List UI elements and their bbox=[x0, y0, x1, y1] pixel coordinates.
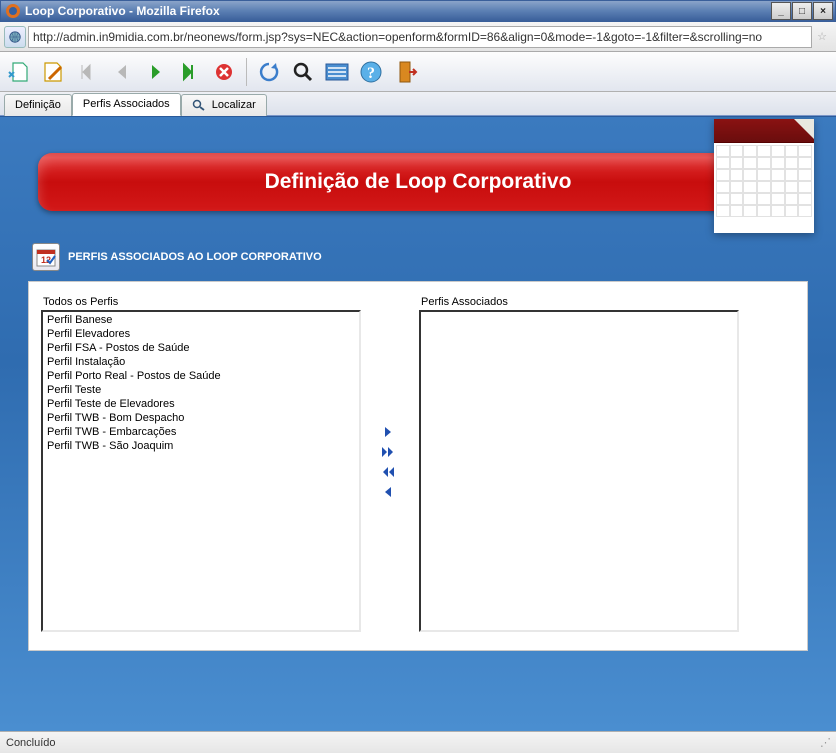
url-text: http://admin.in9midia.com.br/neonews/for… bbox=[33, 30, 762, 44]
url-input[interactable]: http://admin.in9midia.com.br/neonews/for… bbox=[28, 26, 812, 48]
next-button[interactable] bbox=[140, 56, 172, 88]
list-item[interactable]: Perfil Banese bbox=[44, 313, 358, 327]
app-toolbar: ? bbox=[0, 52, 836, 92]
search-button[interactable] bbox=[287, 56, 319, 88]
remove-one-button[interactable] bbox=[379, 484, 397, 500]
list-item[interactable]: Perfil FSA - Postos de Saúde bbox=[44, 341, 358, 355]
tab-label: Localizar bbox=[212, 99, 256, 111]
page-title-banner: Definição de Loop Corporativo bbox=[38, 153, 798, 211]
close-button[interactable]: × bbox=[813, 2, 833, 20]
list-item[interactable]: Perfil Elevadores bbox=[44, 327, 358, 341]
remove-all-button[interactable] bbox=[379, 464, 397, 480]
page-title: Definição de Loop Corporativo bbox=[265, 170, 572, 194]
associated-profiles-listbox[interactable] bbox=[419, 310, 739, 632]
status-text: Concluído bbox=[6, 737, 56, 749]
list-item[interactable]: Perfil TWB - Bom Despacho bbox=[44, 411, 358, 425]
add-all-button[interactable] bbox=[379, 444, 397, 460]
refresh-button[interactable] bbox=[253, 56, 285, 88]
list-item[interactable]: Perfil TWB - São Joaquim bbox=[44, 439, 358, 453]
list-item[interactable]: Perfil Teste de Elevadores bbox=[44, 397, 358, 411]
site-identity-button[interactable] bbox=[4, 26, 26, 48]
firefox-icon bbox=[5, 3, 21, 19]
section-heading-text: PERFIS ASSOCIADOS AO LOOP CORPORATIVO bbox=[68, 251, 322, 263]
list-item[interactable]: Perfil Teste bbox=[44, 383, 358, 397]
all-profiles-label: Todos os Perfis bbox=[43, 296, 359, 308]
section-heading: 12 PERFIS ASSOCIADOS AO LOOP CORPORATIVO bbox=[32, 243, 818, 271]
exit-button[interactable] bbox=[389, 56, 421, 88]
svg-text:?: ? bbox=[367, 65, 375, 82]
profile-association-panel: Todos os Perfis Perfil BanesePerfil Elev… bbox=[28, 281, 808, 651]
edit-button[interactable] bbox=[38, 56, 70, 88]
tab-definicao[interactable]: Definição bbox=[4, 94, 72, 116]
separator bbox=[246, 58, 247, 86]
tab-label: Perfis Associados bbox=[83, 98, 170, 110]
tab-label: Definição bbox=[15, 99, 61, 111]
search-icon bbox=[192, 99, 206, 111]
all-profiles-listbox[interactable]: Perfil BanesePerfil ElevadoresPerfil FSA… bbox=[41, 310, 361, 632]
list-item[interactable]: Perfil TWB - Embarcações bbox=[44, 425, 358, 439]
status-bar: Concluído ⋰ bbox=[0, 731, 836, 753]
list-button[interactable] bbox=[321, 56, 353, 88]
window-titlebar: Loop Corporativo - Mozilla Firefox _ □ × bbox=[0, 0, 836, 22]
maximize-button[interactable]: □ bbox=[792, 2, 812, 20]
window-title: Loop Corporativo - Mozilla Firefox bbox=[25, 4, 770, 18]
calendar-check-icon: 12 bbox=[32, 243, 60, 271]
content-area: Definição de Loop Corporativo 12 PERFIS … bbox=[0, 116, 836, 731]
tab-localizar[interactable]: Localizar bbox=[181, 94, 267, 116]
previous-button[interactable] bbox=[106, 56, 138, 88]
delete-button[interactable] bbox=[208, 56, 240, 88]
first-button[interactable] bbox=[72, 56, 104, 88]
help-button[interactable]: ? bbox=[355, 56, 387, 88]
new-button[interactable] bbox=[4, 56, 36, 88]
last-button[interactable] bbox=[174, 56, 206, 88]
address-bar: http://admin.in9midia.com.br/neonews/for… bbox=[0, 22, 836, 52]
list-item[interactable]: Perfil Porto Real - Postos de Saúde bbox=[44, 369, 358, 383]
minimize-button[interactable]: _ bbox=[771, 2, 791, 20]
tab-perfis-associados[interactable]: Perfis Associados bbox=[72, 93, 181, 116]
add-one-button[interactable] bbox=[379, 424, 397, 440]
list-item[interactable]: Perfil Instalação bbox=[44, 355, 358, 369]
form-tab-strip: Definição Perfis Associados Localizar bbox=[0, 92, 836, 116]
resize-grip[interactable]: ⋰ bbox=[820, 736, 830, 749]
bookmark-star-icon[interactable]: ☆ bbox=[812, 30, 832, 43]
calendar-decoration bbox=[714, 119, 814, 233]
associated-profiles-label: Perfis Associados bbox=[421, 296, 737, 308]
